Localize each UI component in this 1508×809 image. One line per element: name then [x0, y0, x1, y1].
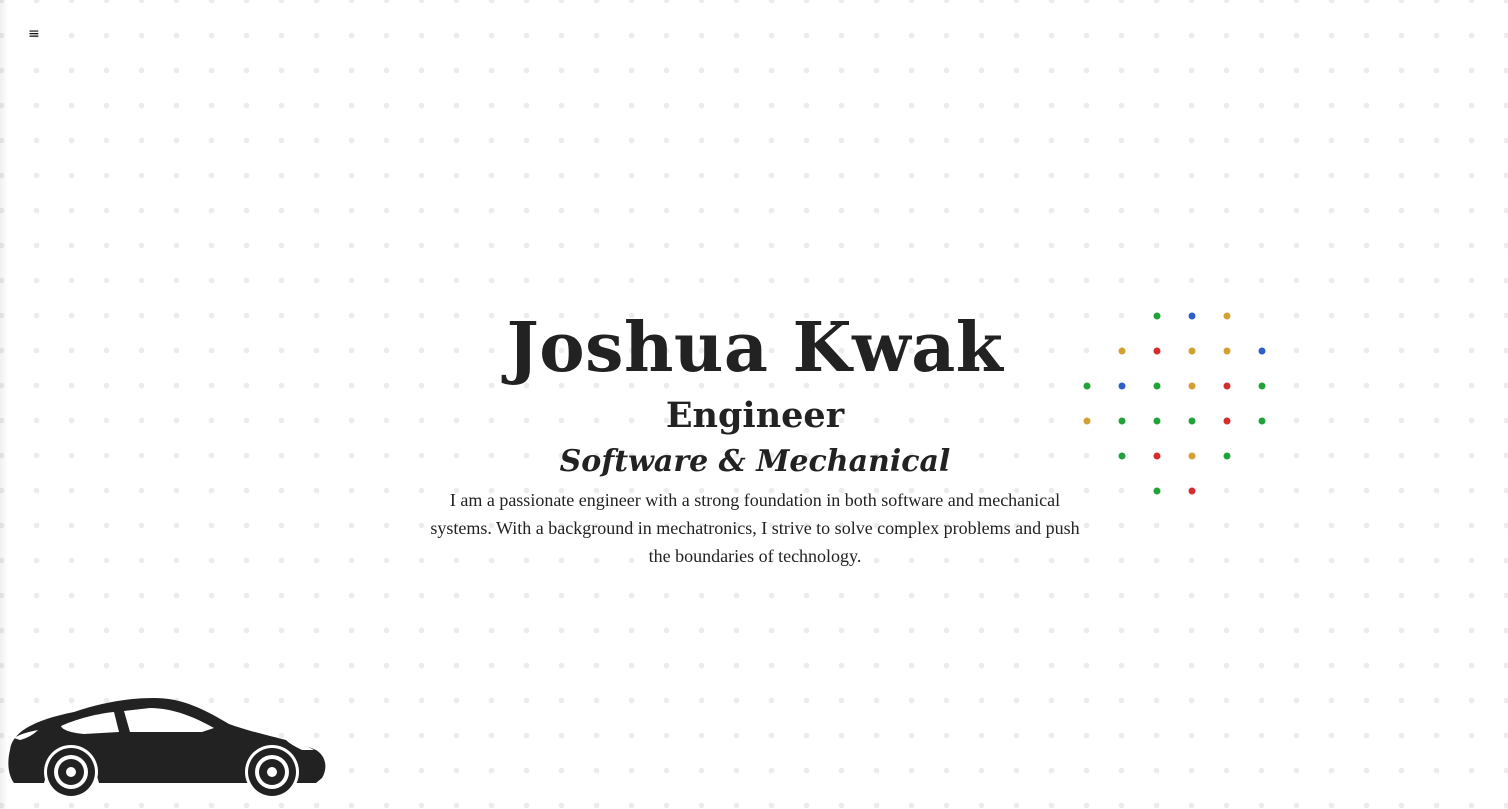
hero-name: Joshua Kwak: [506, 308, 1004, 388]
hamburger-menu-icon[interactable]: ≡: [28, 24, 44, 44]
hero-subtitle: Software & Mechanical: [559, 444, 951, 479]
hero-section: Joshua Kwak Engineer Software & Mechanic…: [404, 302, 1106, 570]
left-edge-shadow: [0, 0, 8, 809]
hero-description: I am a passionate engineer with a strong…: [430, 490, 1080, 566]
hero-role: Engineer: [665, 395, 845, 436]
car-silhouette-icon: [8, 698, 326, 799]
